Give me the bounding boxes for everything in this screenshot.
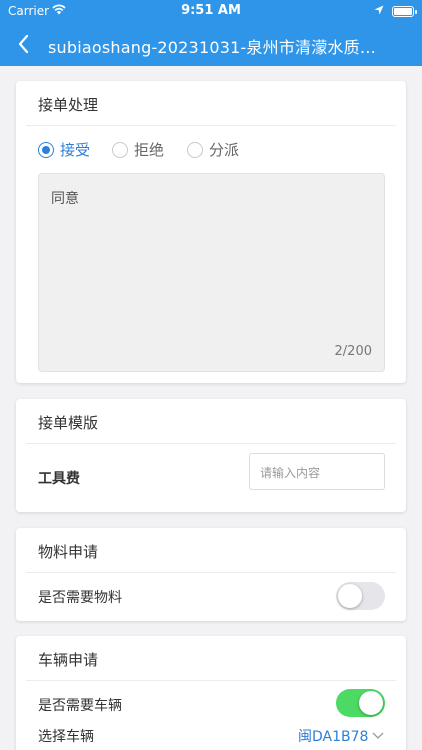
radio-unchecked-icon <box>112 142 128 158</box>
order-handling-card: 接单处理 接受 拒绝 分派 同意 2/200 <box>16 81 406 383</box>
need-vehicle-label: 是否需要车辆 <box>38 698 122 714</box>
card-title: 车辆申请 <box>38 651 99 669</box>
radio-assign[interactable]: 分派 <box>187 139 239 160</box>
card-header: 车辆申请 <box>26 636 396 681</box>
select-vehicle-label: 选择车辆 <box>38 729 94 745</box>
status-bar: Carrier 9:51 AM <box>0 0 422 22</box>
vehicle-card: 车辆申请 是否需要车辆 选择车辆 闽DA1B78 <box>16 636 406 750</box>
card-header: 接单处理 <box>26 81 396 126</box>
vehicle-select-value: 闽DA1B78 <box>298 729 369 745</box>
radio-accept[interactable]: 接受 <box>38 139 90 160</box>
card-title: 接单处理 <box>38 96 99 114</box>
clock: 9:51 AM <box>181 3 241 18</box>
comment-value: 同意 <box>51 191 79 207</box>
radio-reject[interactable]: 拒绝 <box>112 139 164 160</box>
card-header: 物料申请 <box>26 528 396 573</box>
material-card: 物料申请 是否需要物料 <box>16 528 406 621</box>
need-material-label: 是否需要物料 <box>38 590 122 606</box>
template-card: 接单模版 工具费 请输入内容 <box>16 399 406 512</box>
toggle-knob <box>338 584 362 608</box>
back-button[interactable] <box>12 31 36 57</box>
input-placeholder: 请输入内容 <box>260 466 321 480</box>
radio-checked-icon <box>38 142 54 158</box>
comment-textarea[interactable]: 同意 2/200 <box>38 173 385 372</box>
page-title: subiaoshang-20231031-泉州市清濛水质… <box>48 38 377 57</box>
location-arrow-icon <box>374 4 384 18</box>
nav-bar: subiaoshang-20231031-泉州市清濛水质… <box>0 22 422 66</box>
chevron-left-icon <box>18 34 29 54</box>
card-header: 接单模版 <box>26 399 396 444</box>
card-title: 接单模版 <box>38 414 99 432</box>
chevron-down-icon <box>372 732 384 739</box>
card-title: 物料申请 <box>38 543 99 561</box>
radio-unchecked-icon <box>187 142 203 158</box>
tool-fee-label: 工具费 <box>38 471 80 487</box>
vehicle-select[interactable]: 闽DA1B78 <box>298 726 384 746</box>
char-counter: 2/200 <box>334 344 372 359</box>
toggle-knob <box>359 691 383 715</box>
battery-icon <box>392 6 417 17</box>
tool-fee-input[interactable]: 请输入内容 <box>249 453 385 490</box>
need-vehicle-toggle[interactable] <box>336 689 385 717</box>
need-material-toggle[interactable] <box>336 582 385 610</box>
